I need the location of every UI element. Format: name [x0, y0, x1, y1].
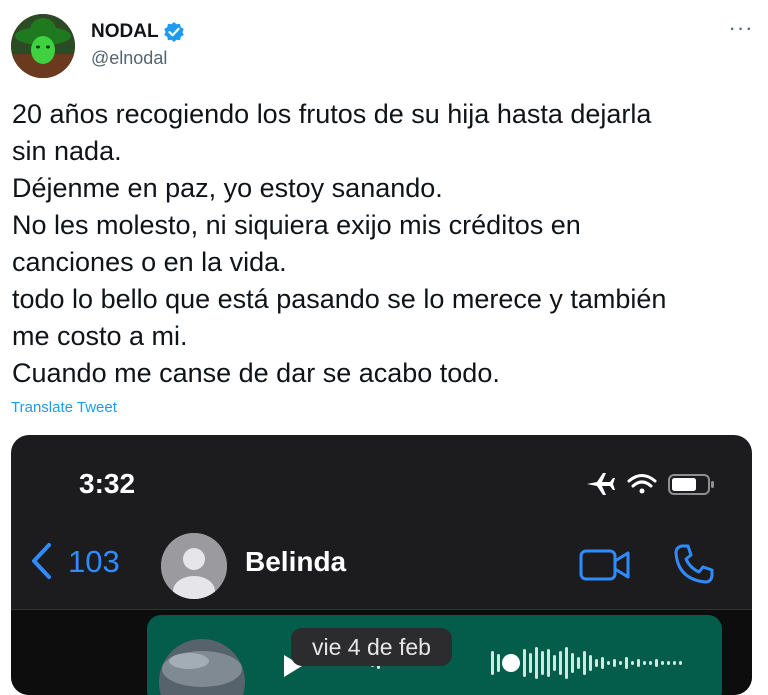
back-chevron-icon[interactable] — [29, 541, 53, 581]
chat-header: 103 Belinda — [11, 527, 752, 607]
author-name-text: NODAL — [91, 21, 159, 42]
tweet-text: 20 años recogiendo los frutos de su hija… — [12, 99, 667, 388]
airplane-icon — [587, 473, 615, 495]
tweet-header: NODAL @elnodal ··· — [0, 0, 768, 90]
author-avatar[interactable] — [11, 14, 75, 78]
back-unread-count[interactable]: 103 — [68, 544, 120, 580]
author-handle[interactable]: @elnodal — [91, 48, 167, 69]
date-separator-pill: vie 4 de feb — [291, 628, 452, 666]
battery-icon — [668, 474, 714, 495]
phone-call-icon[interactable] — [673, 543, 715, 585]
wifi-icon — [627, 474, 657, 494]
author-name[interactable]: NODAL — [91, 21, 185, 43]
more-options-button[interactable]: ··· — [726, 17, 756, 46]
tweet-media-image[interactable]: 3:32 103 Belinda vie 4 de feb — [11, 435, 752, 695]
video-call-icon[interactable] — [579, 547, 631, 583]
verified-badge-icon — [163, 21, 185, 43]
contact-avatar[interactable] — [161, 533, 227, 599]
contact-name[interactable]: Belinda — [245, 546, 346, 578]
status-bar-time: 3:32 — [79, 468, 136, 499]
status-bar-icons — [585, 469, 725, 499]
translate-tweet-link[interactable]: Translate Tweet — [11, 399, 117, 416]
